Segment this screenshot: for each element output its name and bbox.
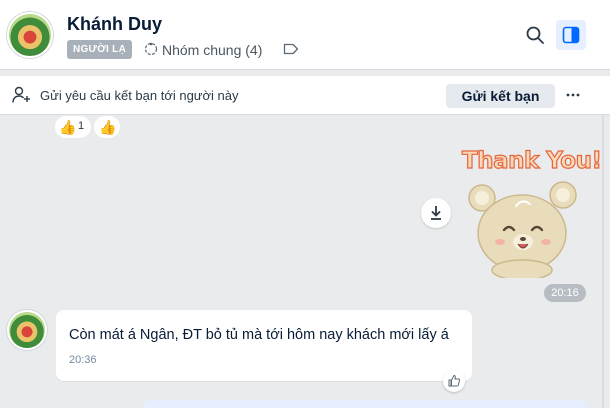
chat-scrollbar[interactable] [602, 115, 604, 408]
friend-request-text: Gửi yêu cầu kết bạn tới người này [40, 88, 239, 103]
reaction-count: 1 [78, 120, 85, 132]
message-timestamp: 20:36 [69, 354, 97, 366]
message-bubble[interactable]: Còn mát á Ngân, ĐT bỏ tủ mà tới hôm nay … [56, 310, 472, 381]
download-sticker-button[interactable] [421, 198, 451, 228]
like-icon [448, 374, 460, 387]
download-icon [431, 206, 441, 220]
group-icon[interactable] [144, 42, 158, 56]
thumbs-up-icon: 👍 [59, 119, 77, 135]
contact-avatar[interactable] [7, 12, 53, 58]
toggle-info-panel-button[interactable] [556, 20, 586, 50]
message-reactions: 👍 1 👍 [55, 115, 123, 139]
sticker-timestamp: 20:16 [544, 284, 586, 302]
chat-header: Khánh Duy NGƯỜI LẠ Nhóm chung (4) [0, 0, 610, 70]
bear-illustration [468, 181, 577, 278]
thumbs-up-icon: 👍 [99, 119, 117, 135]
stranger-badge: NGƯỜI LẠ [67, 40, 133, 59]
mutual-groups-link[interactable]: Nhóm chung (4) [162, 42, 262, 58]
more-options-icon[interactable] [563, 84, 583, 106]
send-friend-request-button[interactable]: Gửi kết bạn [446, 84, 555, 108]
contact-name[interactable]: Khánh Duy [67, 14, 162, 35]
search-icon[interactable] [525, 25, 545, 45]
side-panel-icon [562, 26, 580, 44]
next-message-bubble[interactable] [143, 400, 587, 408]
add-friend-icon [12, 86, 30, 103]
sender-avatar[interactable] [7, 310, 47, 350]
react-like-button[interactable] [443, 370, 465, 392]
sticker-caption: Thank You! [461, 147, 602, 174]
add-reaction-button[interactable]: 👍 [94, 116, 120, 138]
reaction-thumbs-up-count[interactable]: 👍 1 [55, 116, 91, 138]
tag-icon[interactable] [283, 43, 299, 55]
message-text: Còn mát á Ngân, ĐT bỏ tủ mà tới hôm nay … [69, 327, 449, 343]
friend-request-bar: Gửi yêu cầu kết bạn tới người này Gửi kế… [0, 76, 610, 115]
